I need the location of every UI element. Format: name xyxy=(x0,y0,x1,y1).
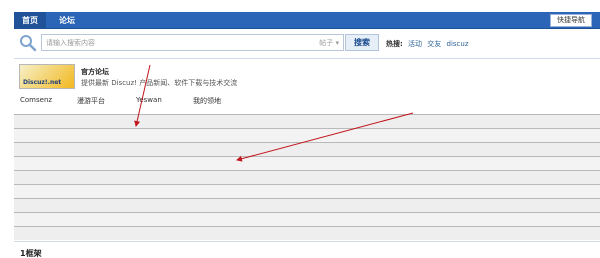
forum-logo[interactable]: Discuz!.net xyxy=(19,64,75,89)
content-row xyxy=(14,212,600,226)
search-icon xyxy=(20,35,37,52)
tab-home[interactable]: 首页 xyxy=(14,12,46,29)
divider xyxy=(14,58,600,59)
hot-search-link[interactable]: 交友 xyxy=(427,40,441,48)
content-row xyxy=(14,142,600,156)
search-input[interactable]: 请输入搜索内容 帖子 ▾ xyxy=(41,34,344,51)
hot-search-link[interactable]: discuz xyxy=(447,40,469,48)
forum-title[interactable]: 官方论坛 xyxy=(81,67,109,77)
link-manyou[interactable]: 漫游平台 xyxy=(77,96,105,106)
content-row xyxy=(14,156,600,170)
hot-search-link[interactable]: 活动 xyxy=(408,40,422,48)
content-row xyxy=(14,170,600,184)
search-bar: 请输入搜索内容 帖子 ▾ 搜索 热搜: 活动 交友 discuz xyxy=(14,33,600,55)
divider xyxy=(14,241,600,242)
content-area xyxy=(14,114,600,240)
search-button[interactable]: 搜索 xyxy=(345,34,379,51)
content-row xyxy=(14,184,600,198)
content-row xyxy=(14,226,600,240)
hot-search: 热搜: 活动 交友 discuz xyxy=(386,39,469,49)
search-placeholder: 请输入搜索内容 xyxy=(46,39,95,47)
section-title: 1框架 xyxy=(20,249,42,258)
logo-text: Discuz!.net xyxy=(23,79,62,86)
content-row xyxy=(14,114,600,128)
content-row xyxy=(14,198,600,212)
content-row xyxy=(14,128,600,142)
link-comsenz[interactable]: Comsenz xyxy=(20,96,52,104)
search-type-select[interactable]: 帖子 ▾ xyxy=(319,38,339,48)
tab-forum[interactable]: 论坛 xyxy=(53,12,81,29)
link-my-territory[interactable]: 我的领地 xyxy=(193,96,221,106)
quick-nav-button[interactable]: 快捷导航 xyxy=(550,14,592,27)
link-yeswan[interactable]: Yeswan xyxy=(136,96,162,104)
forum-description: 提供最新 Discuz! 产品新闻、软件下载与技术交流 xyxy=(81,79,238,87)
top-nav-bar: 首页 论坛 快捷导航 xyxy=(14,12,600,29)
hot-search-label: 热搜: xyxy=(386,40,403,48)
